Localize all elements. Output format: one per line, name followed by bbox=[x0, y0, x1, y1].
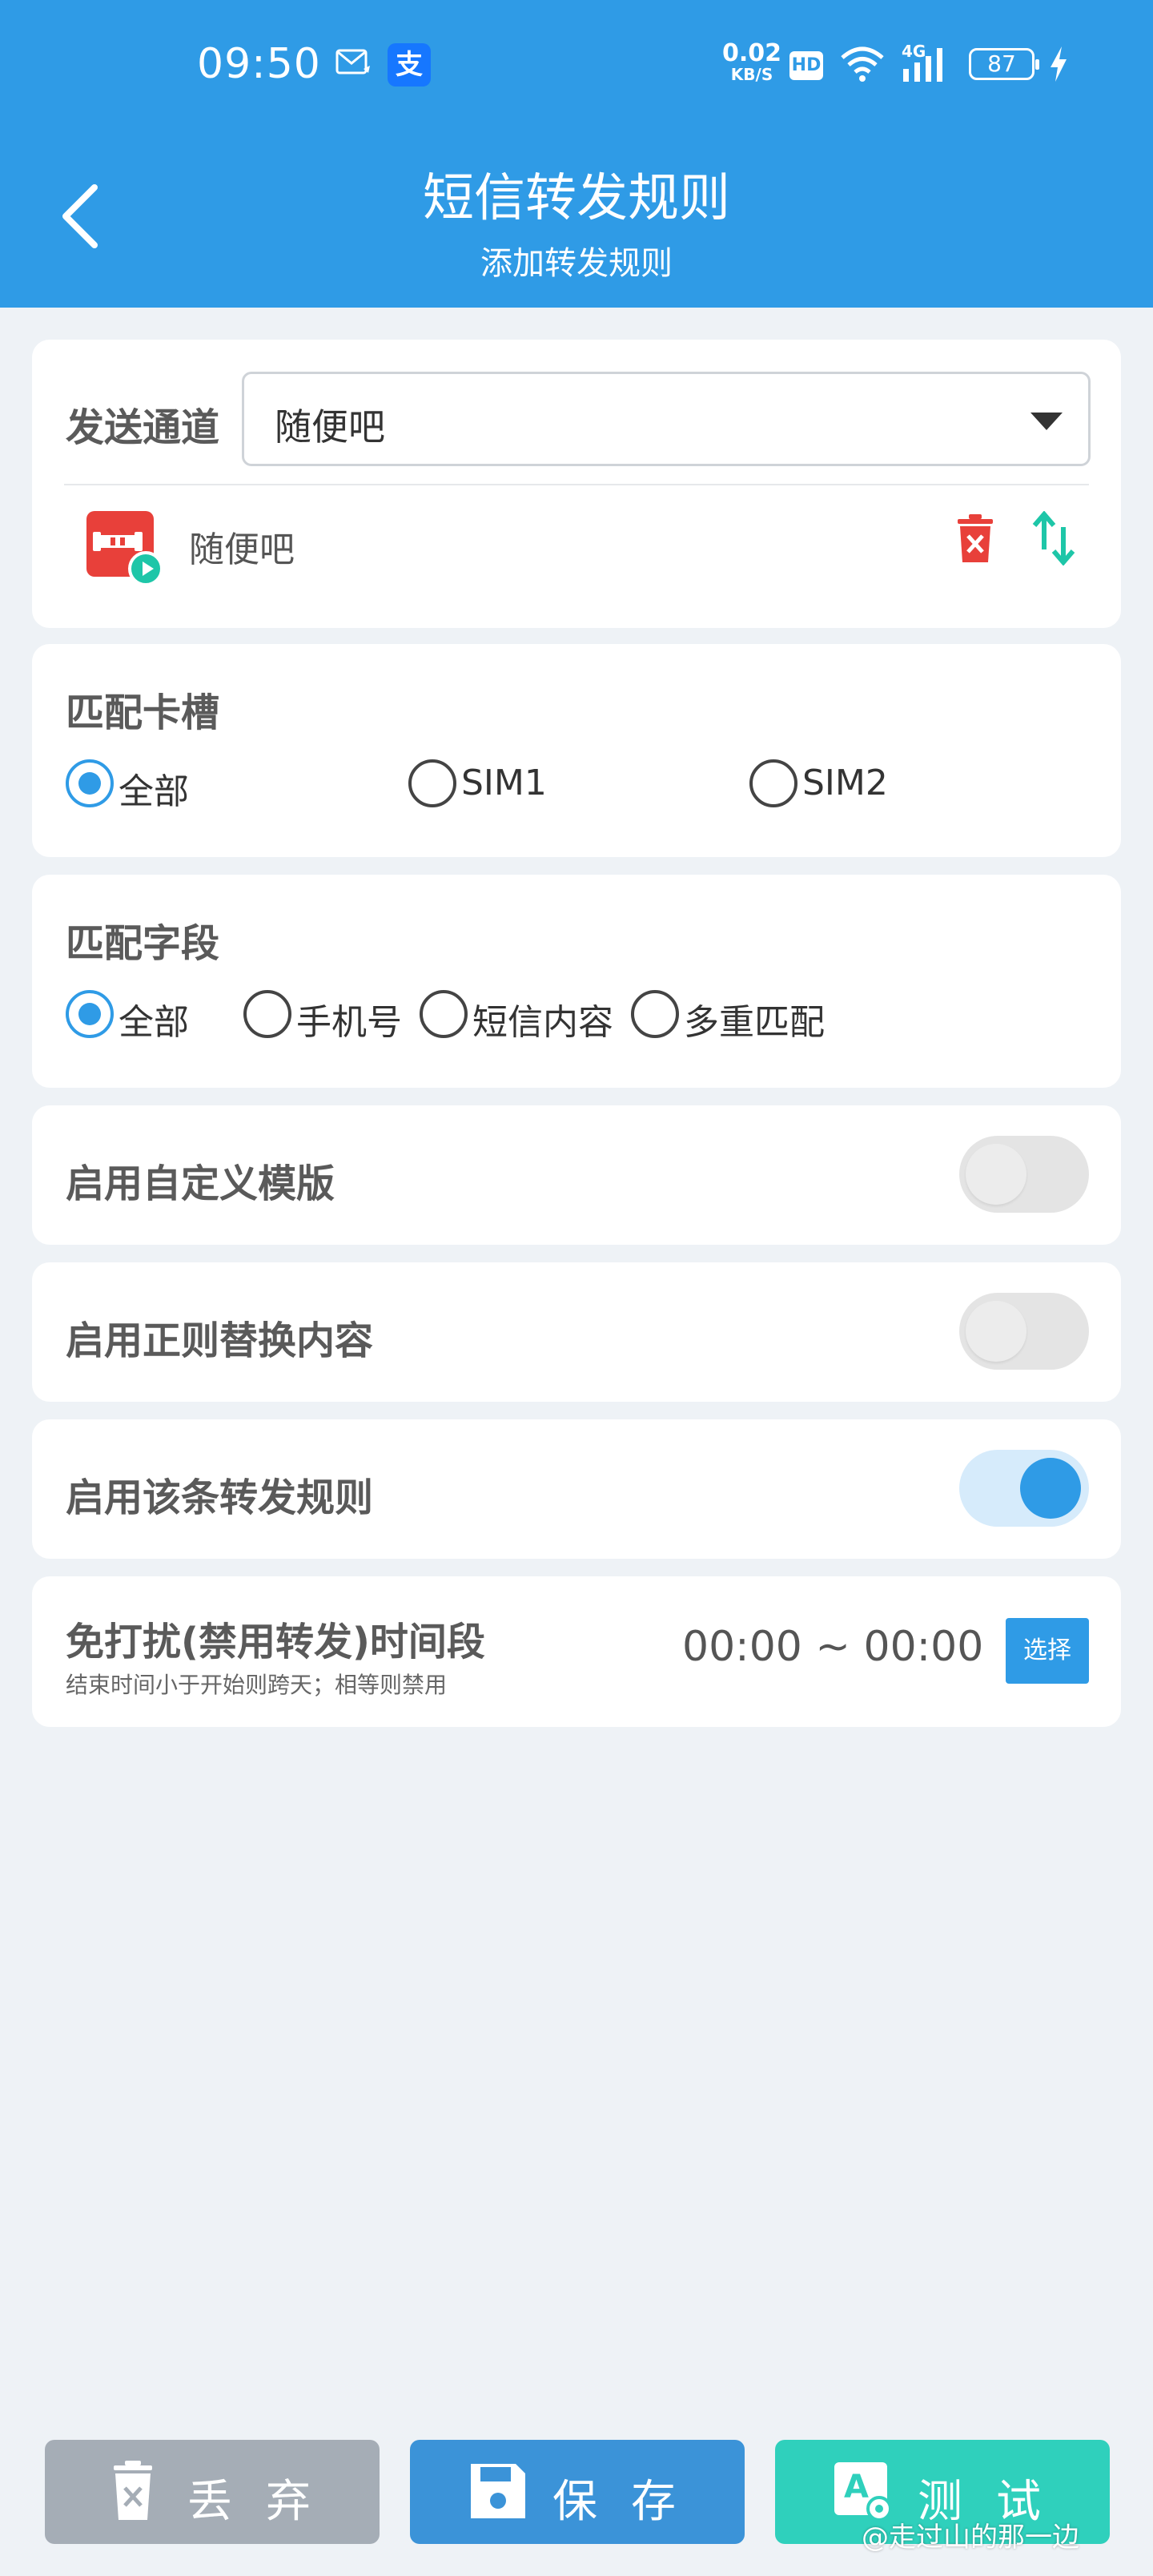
network-speed: 0.02 KB/S bbox=[722, 42, 781, 85]
page-subtitle: 添加转发规则 bbox=[480, 245, 673, 282]
cell-signal-icon bbox=[903, 48, 942, 82]
save-label: 保存 bbox=[552, 2476, 709, 2528]
discard-label: 丢弃 bbox=[187, 2476, 344, 2528]
enable-rule-label: 启用该条转发规则 bbox=[66, 1475, 374, 1520]
watermark-text: @走过山的那一边 bbox=[862, 2522, 1079, 2554]
status-time: 09:50 bbox=[197, 40, 321, 88]
battery-indicator: 87 bbox=[969, 48, 1039, 80]
trash-icon bbox=[114, 2461, 152, 2520]
status-bar: 09:50 支 0.02 KB/S HD 4G 87 bbox=[0, 0, 1153, 128]
match-field-card: 匹配字段 全部 手机号 短信内容 多重匹配 bbox=[32, 875, 1121, 1088]
reorder-arrows-icon[interactable] bbox=[1031, 511, 1076, 566]
alipay-notification-icon: 支 bbox=[388, 43, 431, 87]
radio-unchecked-icon bbox=[631, 990, 679, 1038]
discard-button[interactable]: 丢弃 bbox=[45, 2440, 380, 2544]
radio-unchecked-icon bbox=[243, 990, 291, 1038]
radio-label: 手机号 bbox=[296, 1002, 402, 1043]
save-button[interactable]: 保存 bbox=[410, 2440, 745, 2544]
page-title: 短信转发规则 bbox=[423, 169, 730, 228]
dnd-time-range: 00:00 ~ 00:00 bbox=[682, 1623, 984, 1671]
channel-select-value: 随便吧 bbox=[275, 405, 385, 449]
dnd-card: 免打扰(禁用转发)时间段 结束时间小于开始则跨天；相等则禁用 00:00 ~ 0… bbox=[32, 1576, 1121, 1727]
radio-label: 多重匹配 bbox=[684, 1002, 825, 1043]
channel-label: 发送通道 bbox=[66, 405, 220, 450]
custom-template-card: 启用自定义模版 bbox=[32, 1105, 1121, 1245]
channel-select[interactable]: 随便吧 bbox=[242, 372, 1091, 466]
test-settings-icon: A bbox=[834, 2462, 892, 2522]
toggle-knob bbox=[966, 1144, 1026, 1205]
regex-replace-label: 启用正则替换内容 bbox=[66, 1318, 374, 1363]
app-header: 09:50 支 0.02 KB/S HD 4G 87 短信转发规则 添加转发规则 bbox=[0, 0, 1153, 308]
floppy-disk-icon bbox=[471, 2464, 525, 2518]
radio-checked-icon bbox=[66, 759, 114, 807]
enable-rule-toggle[interactable] bbox=[959, 1450, 1089, 1527]
radio-label: 短信内容 bbox=[472, 1002, 613, 1043]
dnd-title: 免打扰(禁用转发)时间段 bbox=[66, 1620, 485, 1664]
custom-template-toggle[interactable] bbox=[959, 1136, 1089, 1213]
message-notification-icon bbox=[335, 49, 370, 74]
divider bbox=[64, 484, 1089, 485]
sim-slot-card: 匹配卡槽 全部 SIM1 SIM2 bbox=[32, 644, 1121, 857]
network-speed-unit: KB/S bbox=[730, 65, 773, 84]
play-badge-icon bbox=[128, 551, 163, 586]
regex-replace-toggle[interactable] bbox=[959, 1293, 1089, 1370]
radio-checked-icon bbox=[66, 990, 114, 1038]
channel-card: 发送通道 随便吧 随便吧 bbox=[32, 340, 1121, 628]
svg-text:A: A bbox=[844, 2469, 869, 2506]
choose-time-button[interactable]: 选择 bbox=[1006, 1618, 1089, 1684]
custom-template-label: 启用自定义模版 bbox=[66, 1161, 335, 1206]
toggle-knob bbox=[1020, 1458, 1081, 1519]
sim-slot-label: 匹配卡槽 bbox=[66, 690, 220, 735]
channel-app-icon bbox=[86, 511, 163, 586]
enable-rule-card: 启用该条转发规则 bbox=[32, 1419, 1121, 1559]
match-field-label: 匹配字段 bbox=[66, 921, 220, 966]
radio-unchecked-icon bbox=[420, 990, 468, 1038]
radio-label: 全部 bbox=[119, 1002, 189, 1043]
delete-channel-icon[interactable] bbox=[956, 514, 994, 564]
chevron-down-icon bbox=[1030, 413, 1063, 430]
hd-badge: HD bbox=[789, 51, 823, 80]
radio-unchecked-icon bbox=[408, 759, 456, 807]
toggle-knob bbox=[966, 1301, 1026, 1362]
radio-label: SIM1 bbox=[461, 763, 547, 803]
charging-icon bbox=[1051, 46, 1067, 82]
channel-item-name: 随便吧 bbox=[189, 529, 295, 570]
network-speed-value: 0.02 bbox=[722, 39, 782, 67]
regex-replace-card: 启用正则替换内容 bbox=[32, 1262, 1121, 1402]
radio-label: SIM2 bbox=[802, 763, 888, 803]
wifi-icon bbox=[841, 46, 884, 82]
radio-label: 全部 bbox=[119, 771, 189, 812]
radio-unchecked-icon bbox=[749, 759, 797, 807]
dnd-hint: 结束时间小于开始则跨天；相等则禁用 bbox=[66, 1672, 448, 1698]
